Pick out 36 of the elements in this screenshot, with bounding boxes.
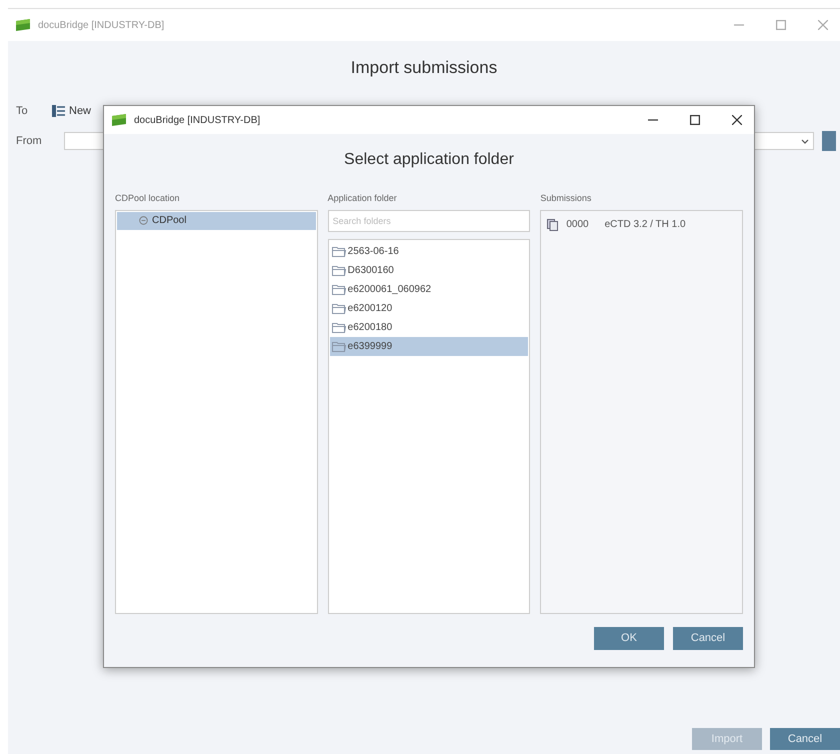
folder-icon bbox=[332, 302, 346, 314]
column-label: CDPool location bbox=[115, 192, 181, 205]
folder-icon bbox=[332, 246, 346, 256]
maximize-icon[interactable] bbox=[690, 115, 700, 125]
column-label: Submissions bbox=[540, 192, 592, 205]
folder-item[interactable]: e6200180 bbox=[330, 318, 528, 336]
page-heading: Import submissions bbox=[350, 57, 498, 79]
folder-item[interactable]: e6200061_060962 bbox=[330, 280, 528, 298]
dialog-title: docuBridge [INDUSTRY-DB] bbox=[134, 114, 260, 128]
application-name: New bbox=[69, 104, 92, 118]
submission-number: 0000 bbox=[566, 218, 589, 232]
window-title: docuBridge [INDUSTRY-DB] bbox=[38, 18, 164, 32]
location-item[interactable]: CDPool bbox=[117, 212, 316, 230]
dialog-heading: Select application folder bbox=[344, 150, 514, 170]
search-field[interactable]: Search folders bbox=[328, 210, 530, 232]
from-label: From bbox=[16, 134, 43, 149]
document-icon bbox=[547, 218, 558, 230]
radio-icon bbox=[139, 216, 148, 225]
folder-icon bbox=[332, 322, 346, 332]
application-icon bbox=[52, 104, 65, 117]
column-label: Application folder bbox=[328, 192, 398, 205]
folder-icon bbox=[332, 264, 346, 276]
folder-item[interactable]: 2563-06-16 bbox=[330, 242, 528, 260]
logo-icon bbox=[112, 114, 126, 126]
logo-icon bbox=[16, 19, 30, 31]
close-icon[interactable] bbox=[732, 115, 742, 125]
folder-item[interactable]: D6300160 bbox=[330, 260, 528, 280]
folder-item[interactable]: e6399999 bbox=[330, 336, 528, 356]
folder-icon bbox=[332, 284, 346, 294]
ok-button[interactable]: OK bbox=[594, 627, 664, 650]
chevron-icon bbox=[801, 138, 809, 144]
to-label: To bbox=[16, 104, 29, 118]
folder-item[interactable]: e6200120 bbox=[330, 298, 528, 318]
submission-format: eCTD 3.2 / TH 1.0 bbox=[604, 218, 686, 232]
cancel-button[interactable]: Cancel bbox=[770, 728, 840, 750]
folder-icon bbox=[332, 340, 346, 352]
